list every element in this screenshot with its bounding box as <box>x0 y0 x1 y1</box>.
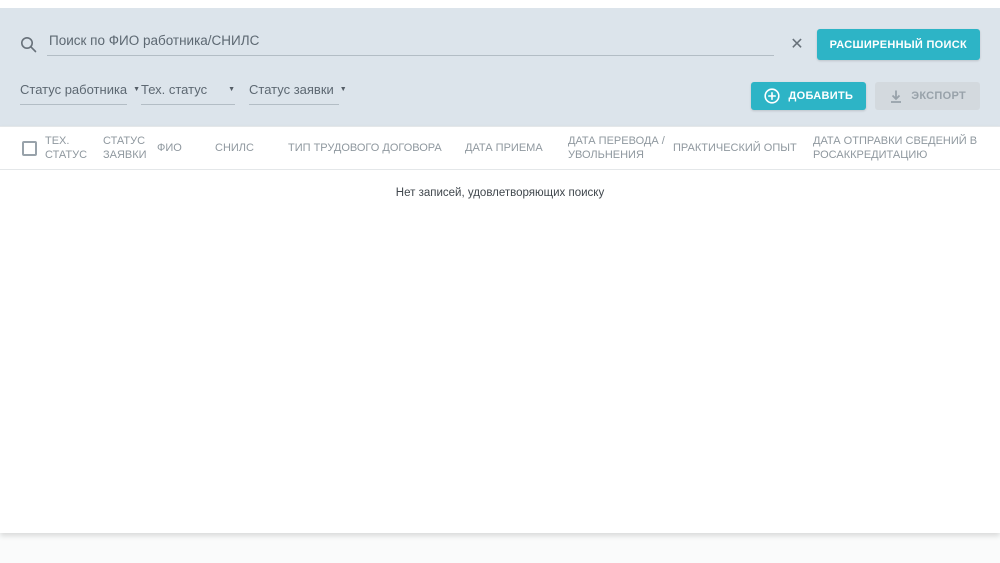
filter-panel: ✕ РАСШИРЕННЫЙ ПОИСК Статус работника ▼ Т… <box>0 8 1000 126</box>
filter-row: Статус работника ▼ Тех. статус ▼ Статус … <box>20 82 980 112</box>
column-header-rosaccreditation-date: ДАТА ОТПРАВКИ СВЕДЕНИЙ В РОСАККРЕДИТАЦИЮ <box>813 134 978 161</box>
advanced-search-button[interactable]: РАСШИРЕННЫЙ ПОИСК <box>816 29 980 60</box>
column-header-fio: ФИО <box>157 141 182 154</box>
top-strip <box>0 0 1000 8</box>
plus-circle-icon <box>764 88 781 104</box>
export-button[interactable]: ЭКСПОРТ <box>875 82 980 110</box>
column-header-practical-experience: ПРАКТИЧЕСКИЙ ОПЫТ <box>673 141 797 154</box>
tech-status-dropdown[interactable]: Тех. статус ▼ <box>141 82 235 105</box>
tech-status-label: Тех. статус <box>141 82 208 97</box>
add-button-label: ДОБАВИТЬ <box>788 90 854 102</box>
column-header-request-status: СТАТУС ЗАЯВКИ <box>103 134 147 161</box>
search-input[interactable] <box>47 33 775 56</box>
clear-icon[interactable]: ✕ <box>790 36 803 53</box>
chevron-down-icon: ▼ <box>133 86 141 93</box>
chevron-down-icon: ▼ <box>228 86 235 93</box>
column-header-hire-date: ДАТА ПРИЕМА <box>465 141 543 154</box>
search-row: ✕ РАСШИРЕННЫЙ ПОИСК <box>20 29 980 60</box>
empty-state-message: Нет записей, удовлетворяющих поиску <box>395 187 605 199</box>
column-header-snils: СНИЛС <box>215 141 254 154</box>
column-header-transfer-date: ДАТА ПЕРЕВОДА /УВОЛЬНЕНИЯ <box>568 134 665 161</box>
search-icon <box>20 36 37 53</box>
request-status-label: Статус заявки <box>249 82 334 97</box>
select-all-checkbox[interactable] <box>22 140 37 156</box>
column-header-contract-type: ТИП ТРУДОВОГО ДОГОВОРА <box>288 141 442 154</box>
request-status-dropdown[interactable]: Статус заявки ▼ <box>249 82 347 105</box>
employee-status-dropdown[interactable]: Статус работника ▼ <box>20 82 140 105</box>
table-header-checkbox-cell <box>0 127 45 169</box>
table-header-row: ТЕХ. СТАТУС СТАТУС ЗАЯВКИ ФИО СНИЛС ТИП … <box>0 126 1000 170</box>
column-header-tech-status: ТЕХ. СТАТУС <box>45 134 88 161</box>
employee-status-label: Статус работника <box>20 82 128 97</box>
table-body: Нет записей, удовлетворяющих поиску <box>0 170 1000 533</box>
export-button-label: ЭКСПОРТ <box>911 90 966 102</box>
add-button[interactable]: ДОБАВИТЬ <box>751 82 867 110</box>
employees-table-card: ТЕХ. СТАТУС СТАТУС ЗАЯВКИ ФИО СНИЛС ТИП … <box>0 126 1000 533</box>
chevron-down-icon: ▼ <box>339 86 347 93</box>
download-icon <box>889 89 903 104</box>
